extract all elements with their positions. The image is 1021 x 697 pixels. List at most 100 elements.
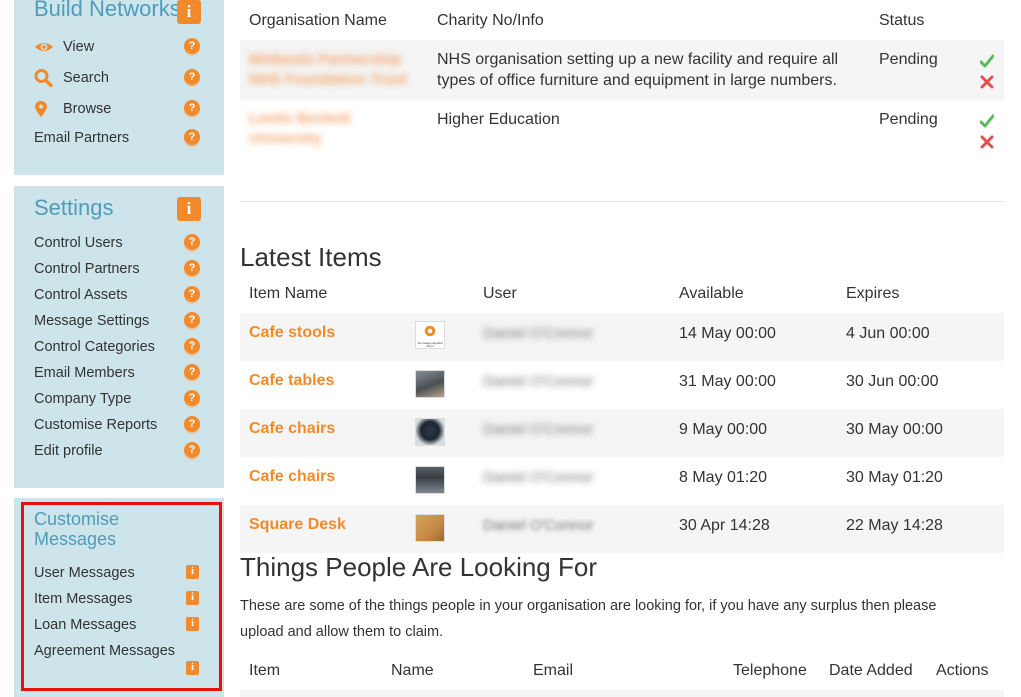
item-name-link[interactable]: Cafe stools bbox=[249, 324, 335, 342]
item-available: 9 May 00:00 bbox=[679, 421, 768, 438]
item-thumbnail[interactable] bbox=[415, 466, 445, 494]
approve-check-icon[interactable] bbox=[980, 54, 994, 68]
sidebar-item-label: Email Partners bbox=[34, 130, 130, 146]
column-header-status: Status bbox=[879, 12, 925, 29]
sidebar-item-message-settings[interactable]: Message Settings? bbox=[34, 312, 224, 338]
sidebar-item-view[interactable]: View ? bbox=[34, 38, 224, 64]
sidebar-item-label: Company Type bbox=[34, 391, 132, 407]
column-header-item-name: Item Name bbox=[249, 285, 328, 302]
help-icon[interactable]: ? bbox=[184, 442, 200, 458]
help-icon[interactable]: ? bbox=[184, 364, 200, 380]
search-icon bbox=[34, 69, 53, 87]
customise-messages-title-line1: Customise bbox=[34, 509, 120, 529]
item-user: Daniel O'Connor bbox=[483, 517, 594, 534]
table-row: Cafe chairs Daniel O'Connor 9 May 00:00 … bbox=[240, 409, 1004, 457]
sidebar-item-label: Control Categories bbox=[34, 339, 155, 355]
table-row: Cafe chairs Daniel O'Connor 8 May 01:20 … bbox=[240, 457, 1004, 505]
sidebar-item-loan-messages[interactable]: Loan Messages i bbox=[34, 616, 224, 642]
column-header-name: Name bbox=[391, 662, 434, 679]
looking-for-description-line2: upload and allow them to claim. bbox=[240, 624, 444, 640]
item-available: 8 May 01:20 bbox=[679, 469, 768, 486]
column-header-user: User bbox=[483, 285, 517, 302]
info-icon[interactable]: i bbox=[186, 661, 199, 675]
sidebar-item-label: Edit profile bbox=[34, 443, 103, 459]
sidebar-item-control-categories[interactable]: Control Categories? bbox=[34, 338, 224, 364]
item-name-link[interactable]: Cafe chairs bbox=[249, 420, 335, 438]
sidebar-item-label: Customise Reports bbox=[34, 417, 158, 433]
info-icon[interactable]: i bbox=[186, 591, 199, 605]
item-available: 14 May 00:00 bbox=[679, 325, 776, 342]
item-thumbnail[interactable]: No image supplied sorry! bbox=[415, 321, 445, 349]
help-icon[interactable]: ? bbox=[184, 416, 200, 432]
no-image-caption: No image supplied sorry! bbox=[417, 341, 443, 348]
sidebar-item-control-assets[interactable]: Control Assets? bbox=[34, 286, 224, 312]
sidebar-item-control-users[interactable]: Control Users? bbox=[34, 234, 224, 260]
item-name-link[interactable]: Cafe chairs bbox=[249, 468, 335, 486]
help-icon[interactable]: ? bbox=[184, 38, 200, 54]
column-header-expires: Expires bbox=[846, 285, 900, 302]
help-icon[interactable]: ? bbox=[184, 260, 200, 276]
sidebar-item-label: Control Users bbox=[34, 235, 123, 251]
info-icon[interactable]: i bbox=[186, 617, 199, 631]
item-name-link[interactable]: Square Desk bbox=[249, 516, 346, 534]
sidebar-item-customise-reports[interactable]: Customise Reports? bbox=[34, 416, 224, 442]
organisation-name[interactable]: Midlands Partnership NHS Foundation Trus… bbox=[249, 50, 419, 90]
sidebar-item-browse[interactable]: Browse ? bbox=[34, 100, 224, 126]
column-header-item: Item bbox=[249, 662, 281, 679]
customise-messages-title-line2: Messages bbox=[34, 529, 117, 549]
sidebar-item-control-partners[interactable]: Control Partners? bbox=[34, 260, 224, 286]
table-row: Cafe tables Daniel O'Connor 31 May 00:00… bbox=[240, 361, 1004, 409]
approve-check-icon[interactable] bbox=[980, 114, 994, 128]
latest-items-title: Latest Items bbox=[240, 242, 382, 272]
sidebar-item-search[interactable]: Search ? bbox=[34, 69, 224, 95]
table-row: Leeds Beckett University Higher Educatio… bbox=[240, 100, 1004, 160]
info-icon[interactable]: i bbox=[186, 565, 199, 579]
help-icon[interactable]: ? bbox=[184, 129, 200, 145]
column-header-charity: Charity No/Info bbox=[437, 12, 544, 29]
sidebar-item-label: Control Assets bbox=[34, 287, 128, 303]
build-networks-info-icon[interactable]: i bbox=[177, 0, 201, 24]
item-expires: 4 Jun 00:00 bbox=[846, 325, 930, 342]
organisation-name[interactable]: Leeds Beckett University bbox=[249, 109, 369, 149]
looking-for-title: Things People Are Looking For bbox=[240, 552, 597, 582]
sidebar-item-user-messages[interactable]: User Messages i bbox=[34, 564, 224, 590]
sidebar-item-label: Loan Messages bbox=[34, 617, 137, 633]
column-header-telephone: Telephone bbox=[733, 662, 807, 679]
customise-messages-title: Customise Messages bbox=[34, 509, 119, 549]
sidebar-item-label: User Messages bbox=[34, 565, 135, 581]
charity-info-line1: Higher Education bbox=[437, 111, 560, 128]
sidebar-item-label: Email Members bbox=[34, 365, 135, 381]
reject-cross-icon[interactable] bbox=[980, 135, 994, 149]
item-expires: 30 May 00:00 bbox=[846, 421, 943, 438]
help-icon[interactable]: ? bbox=[184, 286, 200, 302]
sidebar-item-item-messages[interactable]: Item Messages i bbox=[34, 590, 224, 616]
sidebar-item-email-partners[interactable]: Email Partners ? bbox=[34, 129, 224, 155]
help-icon[interactable]: ? bbox=[184, 390, 200, 406]
item-name-link[interactable]: Cafe tables bbox=[249, 372, 334, 390]
help-icon[interactable]: ? bbox=[184, 69, 200, 85]
help-icon[interactable]: ? bbox=[184, 338, 200, 354]
help-icon[interactable]: ? bbox=[184, 100, 200, 116]
sidebar-item-company-type[interactable]: Company Type? bbox=[34, 390, 224, 416]
table-row: Midlands Partnership NHS Foundation Trus… bbox=[240, 40, 1004, 100]
item-thumbnail[interactable] bbox=[415, 370, 445, 398]
build-networks-panel: Build Networks i View ? Search ? Browse … bbox=[14, 0, 224, 175]
item-thumbnail[interactable] bbox=[415, 418, 445, 446]
sidebar-item-label: View bbox=[63, 39, 95, 55]
sidebar-item-label: Control Partners bbox=[34, 261, 140, 277]
help-icon[interactable]: ? bbox=[184, 312, 200, 328]
sidebar-item-agreement-messages[interactable]: Agreement Messages i bbox=[34, 642, 224, 686]
sidebar-item-edit-profile[interactable]: Edit profile? bbox=[34, 442, 224, 468]
sidebar-item-label: Agreement Messages bbox=[34, 643, 176, 659]
item-thumbnail[interactable] bbox=[415, 514, 445, 542]
help-icon[interactable]: ? bbox=[184, 234, 200, 250]
status-text: Pending bbox=[879, 51, 938, 68]
settings-info-icon[interactable]: i bbox=[177, 197, 201, 221]
item-expires: 30 May 01:20 bbox=[846, 469, 943, 486]
charity-info-line2: types of office furniture and equipment … bbox=[437, 72, 837, 89]
sidebar-item-email-members[interactable]: Email Members? bbox=[34, 364, 224, 390]
customise-messages-panel: Customise Messages User Messages i Item M… bbox=[14, 498, 224, 697]
sidebar-item-label: Browse bbox=[63, 101, 112, 117]
reject-cross-icon[interactable] bbox=[980, 75, 994, 89]
table-row bbox=[240, 690, 1004, 697]
